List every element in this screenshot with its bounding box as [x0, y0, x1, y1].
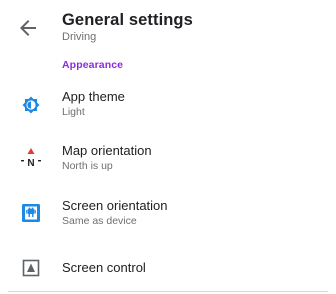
app-bar: General settings Driving [0, 0, 336, 56]
setting-label: Screen control [62, 260, 146, 275]
phone-device-icon [20, 202, 42, 224]
svg-text:N: N [27, 158, 34, 169]
setting-row-screen-control[interactable]: Screen control [0, 245, 336, 294]
arrow-back-icon [20, 20, 36, 36]
divider [8, 291, 328, 292]
setting-value: Same as device [62, 215, 137, 227]
setting-text: Screen control [62, 260, 146, 276]
setting-row-screen-orientation[interactable]: Screen orientation Same as device [0, 192, 336, 242]
setting-label: App theme [62, 89, 125, 104]
back-button[interactable] [16, 16, 40, 40]
setting-text: Screen orientation Same as device [62, 198, 168, 228]
setting-row-app-theme[interactable]: App theme Light [0, 83, 336, 133]
setting-row-map-orientation[interactable]: N Map orientation North is up [0, 137, 336, 187]
section-header-appearance: Appearance [62, 59, 124, 71]
screen-control-icon [20, 257, 42, 279]
page-subtitle: Driving [62, 31, 97, 43]
setting-value: Light [62, 106, 85, 118]
general-settings-screen: General settings Driving Appearance App … [0, 0, 336, 294]
title-block: General settings Driving [62, 10, 193, 44]
page-title: General settings [62, 11, 193, 29]
theme-icon [20, 94, 42, 116]
compass-north-icon: N [20, 147, 42, 169]
setting-label: Screen orientation [62, 198, 168, 213]
setting-value: North is up [62, 160, 113, 172]
setting-label: Map orientation [62, 143, 152, 158]
setting-text: Map orientation North is up [62, 143, 152, 173]
setting-text: App theme Light [62, 89, 125, 119]
